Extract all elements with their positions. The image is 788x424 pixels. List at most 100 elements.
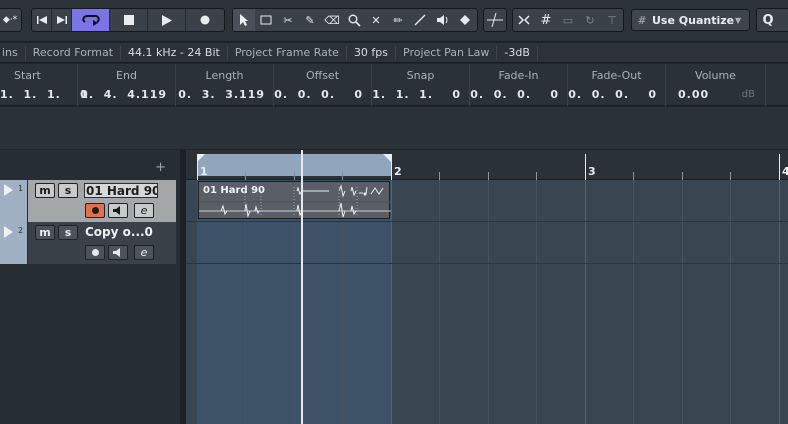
track-select-strip[interactable]: 1	[0, 180, 27, 222]
length-value[interactable]: 0. 3. 3.119	[176, 88, 265, 101]
draw-icon[interactable]: ✏	[387, 9, 409, 31]
glue-icon[interactable]: ✎	[299, 9, 321, 31]
track-select-strip[interactable]: 2	[0, 222, 27, 264]
snap-cursor-icon[interactable]: ⊤	[601, 9, 623, 31]
record-format-label[interactable]: Record Format	[26, 45, 122, 60]
audio-event[interactable]: 01 Hard 90	[198, 181, 391, 219]
quantize-dropdown[interactable]: # Use Quantize ▼	[631, 9, 750, 31]
record-enable-button[interactable]	[85, 245, 105, 260]
track-row[interactable]: 1 m s 01 Hard 90 e	[0, 180, 176, 222]
monitor-button[interactable]	[108, 245, 128, 260]
fade-out-field[interactable]: Fade-Out 0. 0. 0. 0	[568, 64, 666, 106]
pan-law-value[interactable]: -3dB	[497, 45, 538, 60]
right-locator-icon[interactable]	[383, 154, 391, 162]
track-row[interactable]: 2 m s Copy o...0 e	[0, 222, 176, 264]
project-info-line: ins Record Format 44.1 kHz - 24 Bit Proj…	[0, 43, 788, 63]
play-tool-icon[interactable]	[431, 9, 453, 31]
line-icon[interactable]	[409, 9, 431, 31]
quantize-apply-group: Q	[756, 8, 788, 32]
split-icon[interactable]: ✂	[277, 9, 299, 31]
timeline-ruler[interactable]: 1 2 3 4	[186, 150, 788, 180]
add-track-button[interactable]: +	[155, 160, 166, 175]
fade-in-field[interactable]: Fade-In 0. 0. 0. 0	[470, 64, 568, 106]
main-toolbar: ◆·* ✂ ✎ ⌫ ✕ ✏ # ▭ ↻ ⊤ # Use Quantize ▼ Q	[0, 0, 788, 42]
mute-icon[interactable]: ✕	[365, 9, 387, 31]
volume-field[interactable]: Volume 0.00 dB	[666, 64, 766, 106]
length-field[interactable]: Length 0. 3. 3.119	[176, 64, 274, 106]
solo-button[interactable]: s	[58, 183, 78, 198]
quantize-apply-icon[interactable]: Q	[757, 9, 779, 31]
offset-label: Offset	[305, 69, 340, 82]
record-dot-icon	[91, 249, 99, 256]
go-to-end-icon[interactable]	[52, 9, 72, 31]
color-icon[interactable]	[453, 9, 475, 31]
length-label: Length	[205, 69, 244, 82]
autoscroll-icon[interactable]	[484, 9, 506, 31]
play-button[interactable]	[148, 9, 186, 31]
quantize-grid-icon: #	[637, 13, 647, 27]
fade-out-value[interactable]: 0. 0. 0. 0	[568, 88, 657, 101]
mute-button[interactable]: m	[35, 225, 55, 240]
left-locator-icon[interactable]	[197, 154, 205, 162]
quantize-label: Use Quantize	[652, 13, 735, 27]
project-cursor[interactable]	[301, 150, 303, 424]
ruler-bar-label: 1	[200, 165, 208, 178]
record-dot-icon	[91, 207, 99, 214]
tool-group: ✂ ✎ ⌫ ✕ ✏	[232, 8, 478, 32]
record-button[interactable]	[186, 9, 224, 31]
start-value[interactable]: 1. 1. 1. 0	[0, 88, 88, 101]
track-expand-icon[interactable]	[4, 184, 13, 196]
snap-label: Snap	[406, 69, 435, 82]
monitor-button[interactable]	[108, 203, 128, 218]
track-number: 1	[18, 184, 24, 193]
solo-button[interactable]: s	[58, 225, 78, 240]
constrain-delay-icon[interactable]: ◆·*	[0, 9, 21, 31]
snap-value[interactable]: 1. 1. 1. 0	[372, 88, 461, 101]
track-list-header: +	[0, 150, 180, 180]
stop-button[interactable]	[110, 9, 148, 31]
zoom-icon[interactable]	[343, 9, 365, 31]
range-icon[interactable]	[255, 9, 277, 31]
speaker-icon	[113, 248, 120, 257]
track-lane[interactable]	[186, 222, 788, 264]
offset-field[interactable]: Offset 0. 0. 0. 0	[274, 64, 372, 106]
ruler-bar-label: 4	[782, 165, 788, 178]
track-expand-icon[interactable]	[4, 226, 13, 238]
start-field[interactable]: Start 1. 1. 1. 0	[0, 64, 88, 106]
event-display[interactable]: 1 2 3 4 01 Hard 90	[186, 150, 788, 424]
frame-rate-label[interactable]: Project Frame Rate	[228, 45, 347, 60]
left-toolbar-group: ◆·*	[0, 8, 22, 32]
edit-instrument-button[interactable]: e	[134, 245, 154, 260]
autoscroll-group	[483, 8, 507, 32]
cycle-icon[interactable]	[72, 9, 110, 31]
frame-rate-value[interactable]: 30 fps	[347, 45, 397, 60]
grid-icon[interactable]: #	[535, 9, 557, 31]
end-field[interactable]: End 1. 4. 4.119	[78, 64, 176, 106]
record-format-value[interactable]: 44.1 kHz - 24 Bit	[121, 45, 228, 60]
record-enable-button[interactable]	[85, 203, 105, 218]
empty-lower-zone	[0, 107, 788, 149]
pointer-icon[interactable]	[233, 9, 255, 31]
snap-shuffle-icon[interactable]: ↻	[579, 9, 601, 31]
fade-in-value[interactable]: 0. 0. 0. 0	[470, 88, 559, 101]
snap-group: # ▭ ↻ ⊤	[512, 8, 624, 32]
pan-law-label[interactable]: Project Pan Law	[396, 45, 498, 60]
edit-instrument-button[interactable]: e	[134, 203, 154, 218]
snap-field[interactable]: Snap 1. 1. 1. 0	[372, 64, 470, 106]
end-value[interactable]: 1. 4. 4.119	[78, 88, 167, 101]
erase-icon[interactable]: ⌫	[321, 9, 343, 31]
snap-events-icon[interactable]: ▭	[557, 9, 579, 31]
speaker-icon	[113, 206, 120, 215]
snap-toggle-icon[interactable]	[513, 9, 535, 31]
offset-value[interactable]: 0. 0. 0. 0	[274, 88, 363, 101]
ruler-bar-label: 3	[588, 165, 596, 178]
mute-button[interactable]: m	[35, 183, 55, 198]
fade-in-label: Fade-In	[498, 69, 539, 82]
track-name[interactable]: Copy o...0	[84, 225, 158, 240]
track-name[interactable]: 01 Hard 90	[84, 183, 158, 198]
track-number: 2	[18, 226, 24, 235]
volume-unit: dB	[741, 89, 755, 100]
go-to-start-icon[interactable]	[32, 9, 52, 31]
waveform-icon	[199, 184, 391, 218]
cut-off-label: ins	[0, 45, 26, 60]
